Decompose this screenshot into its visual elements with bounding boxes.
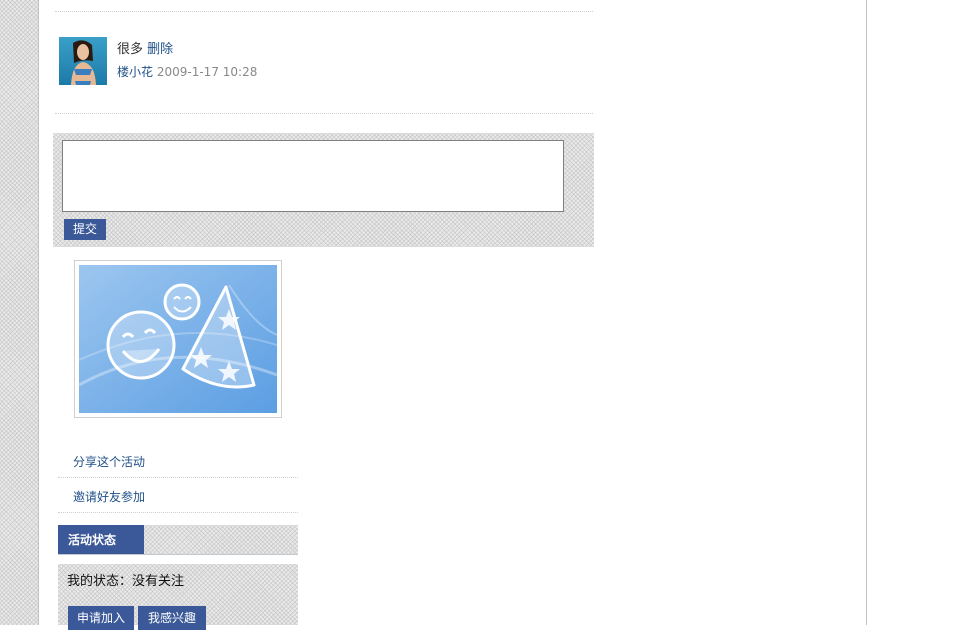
interested-button[interactable]: 我感兴趣	[138, 606, 206, 630]
comment-meta: 楼小花 2009-1-17 10:28	[117, 63, 257, 80]
join-button[interactable]: 申请加入	[68, 606, 134, 630]
left-pattern-strip	[0, 0, 38, 625]
status-section-header: 活动状态	[58, 525, 298, 555]
comment-author-link[interactable]: 楼小花	[117, 65, 153, 79]
invite-friends-link[interactable]: 邀请好友参加	[73, 488, 145, 505]
comment-text: 很多	[117, 42, 144, 57]
submit-button[interactable]: 提交	[64, 219, 106, 240]
top-divider	[55, 11, 593, 12]
event-image	[74, 260, 282, 418]
comment-divider	[55, 113, 593, 114]
avatar[interactable]	[59, 37, 107, 85]
party-masks-icon	[79, 265, 277, 413]
user-avatar-icon	[59, 37, 107, 85]
event-image-inner	[79, 265, 277, 413]
my-status-text: 我的状态：没有关注	[67, 574, 185, 589]
reply-form: 提交	[53, 133, 594, 247]
left-border	[38, 0, 39, 625]
share-activity-link[interactable]: 分享这个活动	[73, 453, 145, 470]
status-section-body: 我的状态：没有关注 申请加入 我感兴趣	[58, 564, 298, 630]
comment-body: 很多 删除	[117, 38, 173, 57]
sidebar-divider-1	[58, 477, 298, 478]
reply-textarea[interactable]	[62, 140, 564, 212]
status-tab-title: 活动状态	[58, 525, 144, 554]
comment-timestamp: 2009-1-17 10:28	[156, 65, 258, 79]
delete-link[interactable]: 删除	[147, 42, 173, 57]
right-border	[866, 0, 867, 625]
sidebar-divider-2	[58, 512, 298, 513]
